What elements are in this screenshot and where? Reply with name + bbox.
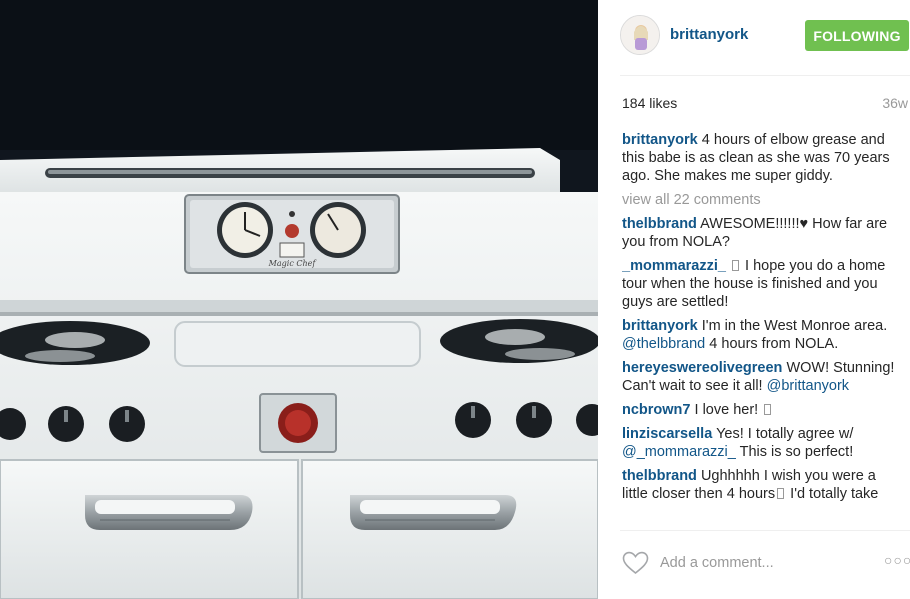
following-button[interactable]: FOLLOWING: [805, 20, 909, 51]
comment-username[interactable]: thelbbrand: [622, 216, 697, 232]
post-meta: 184 likes 36w: [622, 95, 908, 111]
header-divider: [620, 75, 910, 76]
comment-item: thelbbrand Ughhhhh I wish you were a lit…: [622, 467, 900, 503]
comment-text-after: I'd totally take: [790, 486, 879, 502]
likes-count[interactable]: 184 likes: [622, 95, 677, 111]
comment-text: Yes! I totally agree w/: [716, 426, 854, 442]
comment-mention[interactable]: @thelbbrand: [622, 336, 705, 352]
post-header: brittanyork FOLLOWING: [598, 0, 910, 76]
stove-brand-label: Magic Chef: [268, 259, 318, 268]
post-photo: Magic Chef: [0, 0, 598, 599]
comment-item: thelbbrand AWESOME!!!!!!♥ How far are yo…: [622, 215, 900, 251]
comment-username[interactable]: linziscarsella: [622, 426, 712, 442]
comment-username[interactable]: _mommarazzi_: [622, 258, 726, 274]
avatar[interactable]: [620, 15, 660, 55]
avatar-image: [621, 16, 659, 54]
missing-glyph-icon: [777, 488, 785, 499]
more-options-icon[interactable]: ○○○: [884, 552, 910, 568]
post-age[interactable]: 36w: [882, 95, 908, 111]
comment-item: hereyeswereolivegreen WOW! Stunning! Can…: [622, 359, 900, 395]
heart-icon[interactable]: [622, 551, 649, 575]
caption-username[interactable]: brittanyork: [622, 132, 698, 148]
vintage-stove-image: Magic Chef: [0, 0, 598, 599]
comment-text: I love her!: [694, 402, 759, 418]
comment-username[interactable]: hereyeswereolivegreen: [622, 360, 782, 376]
missing-glyph-icon: [732, 260, 739, 271]
comment-text-after: 4 hours from NOLA.: [709, 336, 839, 352]
comment-username[interactable]: ncbrown7: [622, 402, 690, 418]
add-comment-input[interactable]: [660, 552, 860, 574]
username-link[interactable]: brittanyork: [670, 26, 748, 43]
comment-text: I'm in the West Monroe area.: [701, 318, 888, 334]
caption: brittanyork 4 hours of elbow grease and …: [622, 131, 900, 185]
comment-text-after: This is so perfect!: [739, 444, 854, 460]
comments-list[interactable]: brittanyork 4 hours of elbow grease and …: [622, 131, 900, 527]
comment-mention[interactable]: @brittanyork: [767, 378, 849, 394]
comment-mention[interactable]: @_mommarazzi_: [622, 444, 736, 460]
comment-username[interactable]: thelbbrand: [622, 468, 697, 484]
comment-username[interactable]: brittanyork: [622, 318, 698, 334]
view-all-comments-link[interactable]: view all 22 comments: [622, 191, 900, 209]
post-side-panel: brittanyork FOLLOWING 184 likes 36w brit…: [598, 0, 910, 599]
comment-item: ncbrown7 I love her!: [622, 401, 900, 419]
comment-item: brittanyork I'm in the West Monroe area.…: [622, 317, 900, 353]
missing-glyph-icon: [764, 404, 772, 415]
footer-divider: [620, 530, 910, 531]
comment-item: _mommarazzi_ I hope you do a home tour w…: [622, 257, 900, 311]
comment-item: linziscarsella Yes! I totally agree w/ @…: [622, 425, 900, 461]
